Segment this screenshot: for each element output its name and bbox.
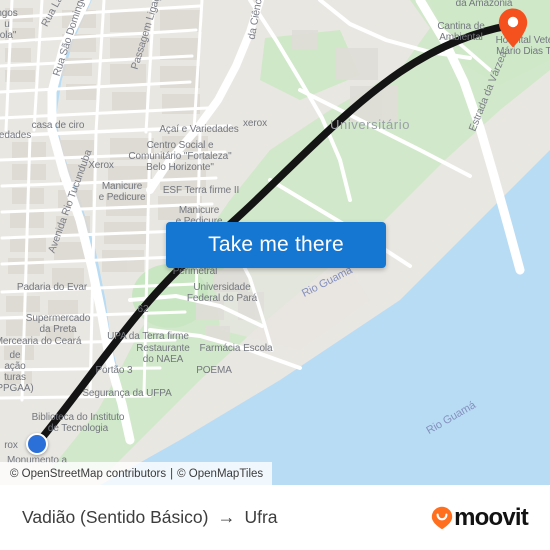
map-canvas[interactable]: casa de ciro Xerox Açaí e Variedades Centro… xyxy=(0,0,550,485)
route-origin-label: Vadião (Sentido Básico) xyxy=(22,507,209,527)
footer-bar: Vadião (Sentido Básico) → Ufra moovit xyxy=(0,485,550,550)
take-me-there-button[interactable]: Take me there xyxy=(166,222,386,268)
map-pin-icon xyxy=(498,8,528,48)
openmaptiles-attribution-link[interactable]: © OpenMapTiles xyxy=(177,468,263,480)
attribution-separator: | xyxy=(170,467,174,480)
moovit-wordmark: moovit xyxy=(454,503,529,531)
moovit-logo[interactable]: moovit xyxy=(431,503,529,531)
map-attribution: © OpenStreetMap contributors | © OpenMap… xyxy=(0,462,273,485)
route-title: Vadião (Sentido Básico) → Ufra xyxy=(22,507,278,528)
moovit-route-screen: casa de ciro Xerox Açaí e Variedades Centro… xyxy=(0,0,550,550)
moovit-pin-icon xyxy=(431,506,453,530)
arrow-right-icon: → xyxy=(217,507,236,527)
route-destination-label: Ufra xyxy=(244,507,278,527)
destination-marker-pin-icon[interactable] xyxy=(497,7,529,49)
osm-attribution-link[interactable]: © OpenStreetMap contributors xyxy=(10,468,166,480)
origin-marker[interactable] xyxy=(26,433,48,455)
